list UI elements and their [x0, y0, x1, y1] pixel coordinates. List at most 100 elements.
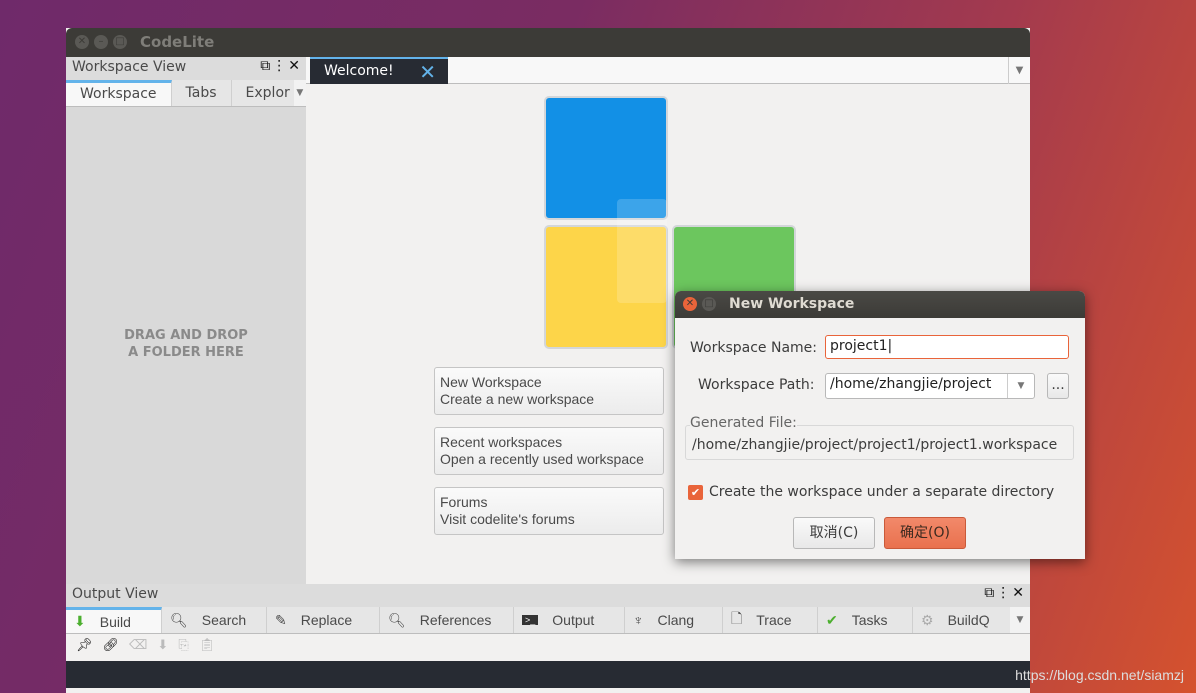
action-title: Forums: [440, 494, 488, 510]
tab-clang[interactable]: ♆ Clang: [625, 607, 723, 633]
panel-header: Workspace View ⧉⋮✕: [66, 57, 306, 80]
watermark: https://blog.csdn.net/siamzj: [1015, 667, 1184, 683]
tab-label: BuildQ: [947, 612, 990, 628]
drop-hint: DRAG AND DROP: [124, 328, 248, 343]
generated-file-value: /home/zhangjie/project/project1/project1…: [692, 437, 1058, 453]
drop-hint: A FOLDER HERE: [128, 345, 244, 360]
output-tabs: ⬇ Build 🔍︎ Search ✎ Replace 🔍︎ References >_…: [66, 607, 1030, 634]
menu-icon[interactable]: ⋮: [272, 58, 288, 74]
recent-workspaces-button[interactable]: Recent workspaces Open a recently used wo…: [434, 427, 664, 475]
action-subtitle: Create a new workspace: [440, 391, 595, 407]
panel-controls: ⧉⋮✕: [260, 58, 302, 74]
copy-icon[interactable]: ⎘: [178, 638, 188, 657]
float-icon[interactable]: ⧉: [984, 585, 996, 601]
tab-build[interactable]: ⬇ Build: [66, 607, 162, 633]
tabs-dropdown-icon[interactable]: ▼: [1008, 57, 1030, 84]
tab-label: Workspace: [80, 85, 157, 102]
workspace-tabs: Workspace Tabs Explor ▼: [66, 80, 306, 107]
gears-icon: ⚙: [921, 611, 934, 628]
panel-title: Output View: [72, 586, 159, 602]
title-bar: ✕ – □ CodeLite: [66, 28, 1030, 57]
separate-directory-checkbox[interactable]: ✔: [688, 485, 703, 500]
workspace-name-input[interactable]: project1|: [825, 335, 1069, 359]
close-tab-icon[interactable]: ✕: [419, 60, 436, 84]
tab-label: Explor: [245, 85, 290, 101]
tasks-icon: ✔: [826, 611, 838, 628]
maximize-icon[interactable]: □: [702, 297, 716, 311]
search-icon: 🔍︎: [170, 611, 188, 628]
workspace-path-combo[interactable]: /home/zhangjie/project ▼: [825, 373, 1035, 399]
tab-explorer[interactable]: Explor: [232, 80, 294, 106]
drop-area[interactable]: DRAG AND DROP A FOLDER HERE: [66, 327, 306, 361]
workspace-view-panel: Workspace View ⧉⋮✕ Workspace Tabs Explor…: [66, 57, 306, 584]
new-workspace-button[interactable]: New Workspace Create a new workspace: [434, 367, 664, 415]
tab-buildq[interactable]: ⚙ BuildQ: [913, 607, 1010, 633]
pencil-icon: ✎: [275, 611, 287, 628]
action-title: New Workspace: [440, 374, 542, 390]
file-icon: 🗋: [731, 610, 743, 626]
cancel-button[interactable]: 取消(C): [793, 517, 875, 549]
link-icon[interactable]: 🔗︎: [103, 638, 120, 657]
tab-trace[interactable]: 🗋 Trace: [723, 607, 818, 633]
tab-workspace[interactable]: Workspace: [66, 80, 172, 106]
action-title: Recent workspaces: [440, 434, 563, 450]
tab-label: Search: [201, 612, 247, 628]
action-subtitle: Open a recently used workspace: [440, 451, 644, 467]
tab-label: Welcome!: [324, 63, 394, 79]
close-icon[interactable]: ✕: [683, 297, 697, 311]
ok-button[interactable]: 确定(O): [884, 517, 966, 549]
panel-title: Workspace View: [72, 59, 187, 75]
close-icon[interactable]: ✕: [288, 58, 302, 74]
pin-icon[interactable]: 📌︎: [76, 638, 93, 657]
paste-icon[interactable]: 📋︎: [199, 638, 216, 657]
tab-tasks[interactable]: ✔ Tasks: [818, 607, 913, 633]
new-workspace-dialog: ✕ □ New Workspace Workspace Name: projec…: [675, 291, 1085, 559]
tab-label: Replace: [300, 612, 353, 628]
input-value: project1: [830, 338, 888, 354]
output-view-panel: Output View ⧉⋮✕ ⬇ Build 🔍︎ Search ✎ Replace…: [66, 584, 1030, 693]
save-icon[interactable]: ⬇: [157, 638, 168, 657]
window-title: CodeLite: [140, 33, 215, 51]
terminal-icon: >_: [522, 615, 539, 625]
search-icon: 🔍︎: [388, 611, 406, 628]
browse-button[interactable]: ...: [1047, 373, 1069, 399]
editor-tabs: Welcome! ✕ ▼: [306, 57, 1030, 84]
tab-tabs[interactable]: Tabs: [172, 80, 232, 106]
tab-label: Tasks: [851, 612, 888, 628]
logo-overlay: [617, 199, 667, 303]
action-subtitle: Visit codelite's forums: [440, 511, 575, 527]
generated-file-label: Generated File:: [690, 415, 797, 431]
maximize-icon[interactable]: □: [113, 35, 127, 49]
tab-label: References: [419, 612, 492, 628]
tab-welcome[interactable]: Welcome! ✕: [310, 57, 448, 84]
clear-icon[interactable]: ⌫: [129, 638, 147, 657]
panel-controls: ⧉⋮✕: [984, 585, 1026, 601]
chevron-down-icon[interactable]: ▼: [1007, 374, 1034, 398]
output-toolbar: 📌︎ 🔗︎ ⌫ ⬇ ⎘ 📋︎: [66, 634, 1030, 661]
tab-replace[interactable]: ✎ Replace: [267, 607, 380, 633]
tabs-dropdown-icon[interactable]: ▼: [1010, 607, 1030, 633]
tab-label: Trace: [756, 612, 792, 628]
input-value: /home/zhangjie/project: [830, 376, 992, 392]
tab-label: Output: [552, 612, 595, 628]
minimize-icon[interactable]: –: [94, 35, 108, 49]
tab-label: Clang: [657, 612, 695, 628]
close-icon[interactable]: ✕: [75, 35, 89, 49]
workspace-name-label: Workspace Name:: [690, 340, 817, 356]
panel-header: Output View ⧉⋮✕: [66, 584, 1030, 607]
tab-references[interactable]: 🔍︎ References: [380, 607, 514, 633]
build-icon: ⬇: [74, 613, 86, 629]
clang-icon: ♆: [633, 612, 644, 628]
float-icon[interactable]: ⧉: [260, 58, 272, 74]
close-icon[interactable]: ✕: [1012, 585, 1026, 601]
tab-output[interactable]: >_ Output: [514, 607, 625, 633]
tab-label: Tabs: [185, 85, 217, 101]
forums-button[interactable]: Forums Visit codelite's forums: [434, 487, 664, 535]
dialog-title-bar: ✕ □ New Workspace: [675, 291, 1085, 318]
workspace-path-label: Workspace Path:: [698, 377, 815, 393]
menu-icon[interactable]: ⋮: [996, 585, 1012, 601]
dialog-title: New Workspace: [729, 296, 855, 312]
tab-search[interactable]: 🔍︎ Search: [162, 607, 267, 633]
tab-label: Build: [99, 613, 131, 630]
tabs-dropdown-icon[interactable]: ▼: [293, 80, 306, 106]
